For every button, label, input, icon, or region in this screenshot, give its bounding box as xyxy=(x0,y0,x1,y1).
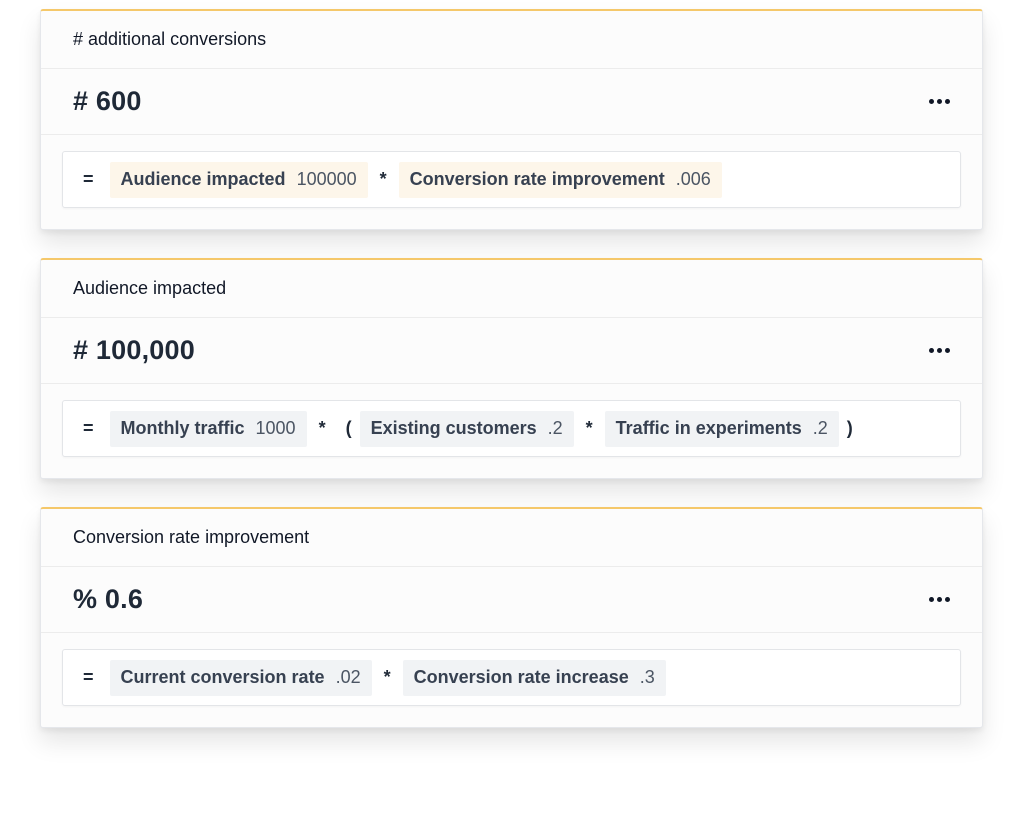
chip-label: Audience impacted xyxy=(120,169,286,189)
metric-value: % 0.6 xyxy=(73,584,144,614)
formula-chip-current-conversion-rate[interactable]: Current conversion rate .02 xyxy=(109,659,372,696)
chip-label: Conversion rate improvement xyxy=(409,169,665,189)
chip-value: .02 xyxy=(335,667,361,687)
equals-sign: = xyxy=(83,169,94,189)
chip-label: Existing customers xyxy=(370,418,537,438)
card-title: # additional conversions xyxy=(41,11,982,69)
value-row: # 600 xyxy=(41,69,982,135)
metric-value: # 600 xyxy=(73,86,142,116)
metric-card-conversion-rate-improvement: Conversion rate improvement % 0.6 = Curr… xyxy=(40,507,983,728)
chip-value: 1000 xyxy=(255,418,296,438)
chip-label: Conversion rate increase xyxy=(413,667,629,687)
chip-value: 100000 xyxy=(296,169,357,189)
chip-value: .2 xyxy=(812,418,828,438)
multiply-operator: * xyxy=(383,667,391,687)
chip-label: Traffic in experiments xyxy=(615,418,802,438)
chip-label: Current conversion rate xyxy=(120,667,325,687)
formula-chip-existing-customers[interactable]: Existing customers .2 xyxy=(359,410,574,447)
value-row: % 0.6 xyxy=(41,567,982,633)
formula-wrap: = Audience impacted 100000 * Conversion … xyxy=(41,135,982,208)
open-paren: ( xyxy=(345,418,352,438)
formula-chip-conversion-rate-increase[interactable]: Conversion rate increase .3 xyxy=(402,659,666,696)
chip-value: .3 xyxy=(639,667,655,687)
multiply-operator: * xyxy=(379,169,387,189)
more-options-icon[interactable] xyxy=(927,342,952,359)
formula-editor[interactable]: = Audience impacted 100000 * Conversion … xyxy=(62,151,961,208)
chip-label: Monthly traffic xyxy=(120,418,245,438)
more-options-icon[interactable] xyxy=(927,93,952,110)
formula-wrap: = Monthly traffic 1000 * ( Existing cust… xyxy=(41,384,982,457)
chip-value: .2 xyxy=(547,418,563,438)
equals-sign: = xyxy=(83,418,94,438)
metric-value: # 100,000 xyxy=(73,335,195,365)
multiply-operator: * xyxy=(585,418,593,438)
formula-wrap: = Current conversion rate .02 * Conversi… xyxy=(41,633,982,706)
formula-editor[interactable]: = Monthly traffic 1000 * ( Existing cust… xyxy=(62,400,961,457)
multiply-operator: * xyxy=(318,418,326,438)
formula-chip-traffic-in-experiments[interactable]: Traffic in experiments .2 xyxy=(604,410,839,447)
metric-card-additional-conversions: # additional conversions # 600 = Audienc… xyxy=(40,9,983,230)
formula-chip-monthly-traffic[interactable]: Monthly traffic 1000 xyxy=(109,410,307,447)
metric-card-audience-impacted: Audience impacted # 100,000 = Monthly tr… xyxy=(40,258,983,479)
card-title: Audience impacted xyxy=(41,260,982,318)
formula-chip-audience-impacted[interactable]: Audience impacted 100000 xyxy=(109,161,368,198)
more-options-icon[interactable] xyxy=(927,591,952,608)
close-paren: ) xyxy=(846,418,853,438)
value-row: # 100,000 xyxy=(41,318,982,384)
chip-value: .006 xyxy=(675,169,711,189)
formula-editor[interactable]: = Current conversion rate .02 * Conversi… xyxy=(62,649,961,706)
equals-sign: = xyxy=(83,667,94,687)
formula-chip-conversion-rate-improvement[interactable]: Conversion rate improvement .006 xyxy=(398,161,722,198)
card-title: Conversion rate improvement xyxy=(41,509,982,567)
